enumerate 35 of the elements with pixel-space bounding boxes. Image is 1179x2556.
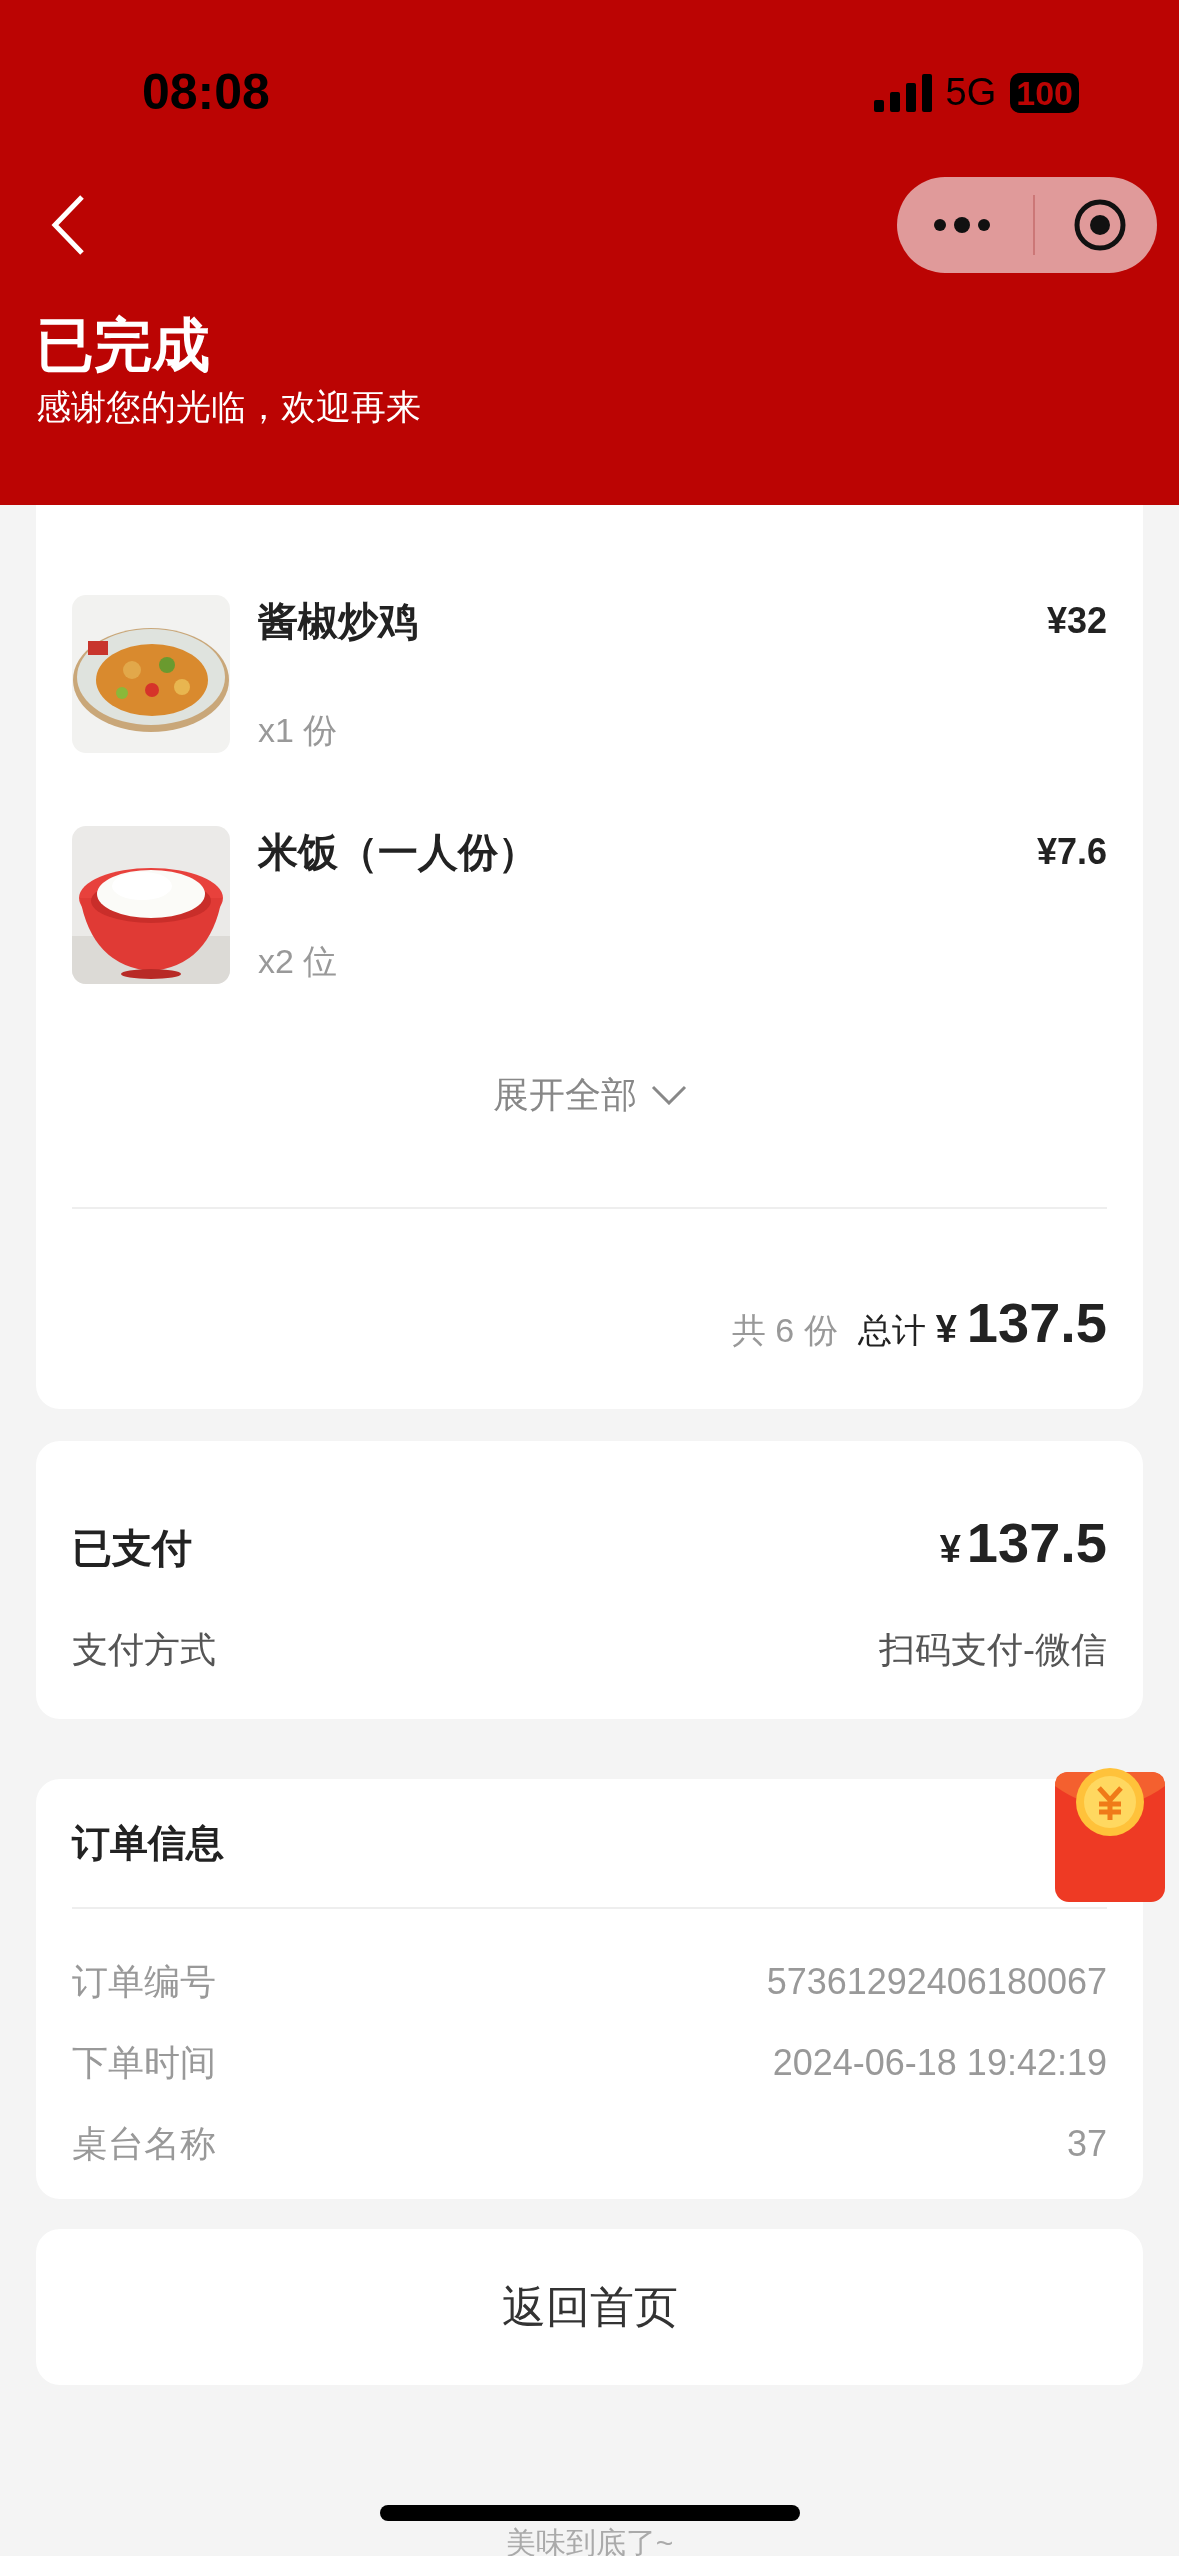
dish-price: ¥7.6 <box>1036 830 1107 874</box>
item-count: 共 6 份 <box>731 1310 838 1351</box>
info-value: 57361292406180067 <box>766 1959 1107 2004</box>
network-label: 5G <box>945 70 997 115</box>
battery-indicator: 100 <box>1010 72 1079 113</box>
status-title: 已完成 <box>36 311 210 379</box>
order-info-title: 订单信息 <box>72 1820 224 1866</box>
expand-all-button[interactable]: 展开全部 <box>492 1065 687 1125</box>
paid-currency: ¥ <box>939 1527 961 1572</box>
payment-status: 已支付 <box>72 1525 192 1572</box>
back-icon[interactable] <box>50 194 86 256</box>
dish-quantity: x2 位 <box>258 941 339 982</box>
dish-price: ¥32 <box>1046 599 1107 643</box>
paid-amount: 137.5 <box>966 1510 1107 1576</box>
signal-icon <box>873 73 932 112</box>
home-button[interactable]: 返回首页 <box>36 2229 1143 2385</box>
info-label: 订单编号 <box>72 1959 216 2004</box>
more-icon[interactable] <box>933 217 991 233</box>
info-value: 2024-06-18 19:42:19 <box>772 2040 1107 2085</box>
dish-quantity: x1 份 <box>258 710 339 751</box>
status-time: 08:08 <box>142 63 270 122</box>
total-label: 总计 <box>857 1310 926 1351</box>
total-currency: ¥ <box>935 1307 957 1352</box>
dish-name: 酱椒炒鸡 <box>258 598 418 645</box>
info-value: 37 <box>1066 2121 1107 2166</box>
close-icon[interactable] <box>1073 198 1127 252</box>
payment-method-label: 支付方式 <box>72 1628 216 1672</box>
info-label: 桌台名称 <box>72 2121 216 2166</box>
envelope-icon[interactable] <box>1055 1766 1165 1902</box>
chevron-down-icon <box>650 1085 687 1105</box>
status-subtitle: 感谢您的光临，欢迎再来 <box>36 386 421 428</box>
total-amount: 137.5 <box>966 1290 1107 1356</box>
dish-name: 米饭（一人份） <box>258 829 538 876</box>
payment-method: 扫码支付-微信 <box>879 1628 1107 1672</box>
info-label: 下单时间 <box>72 2040 216 2085</box>
